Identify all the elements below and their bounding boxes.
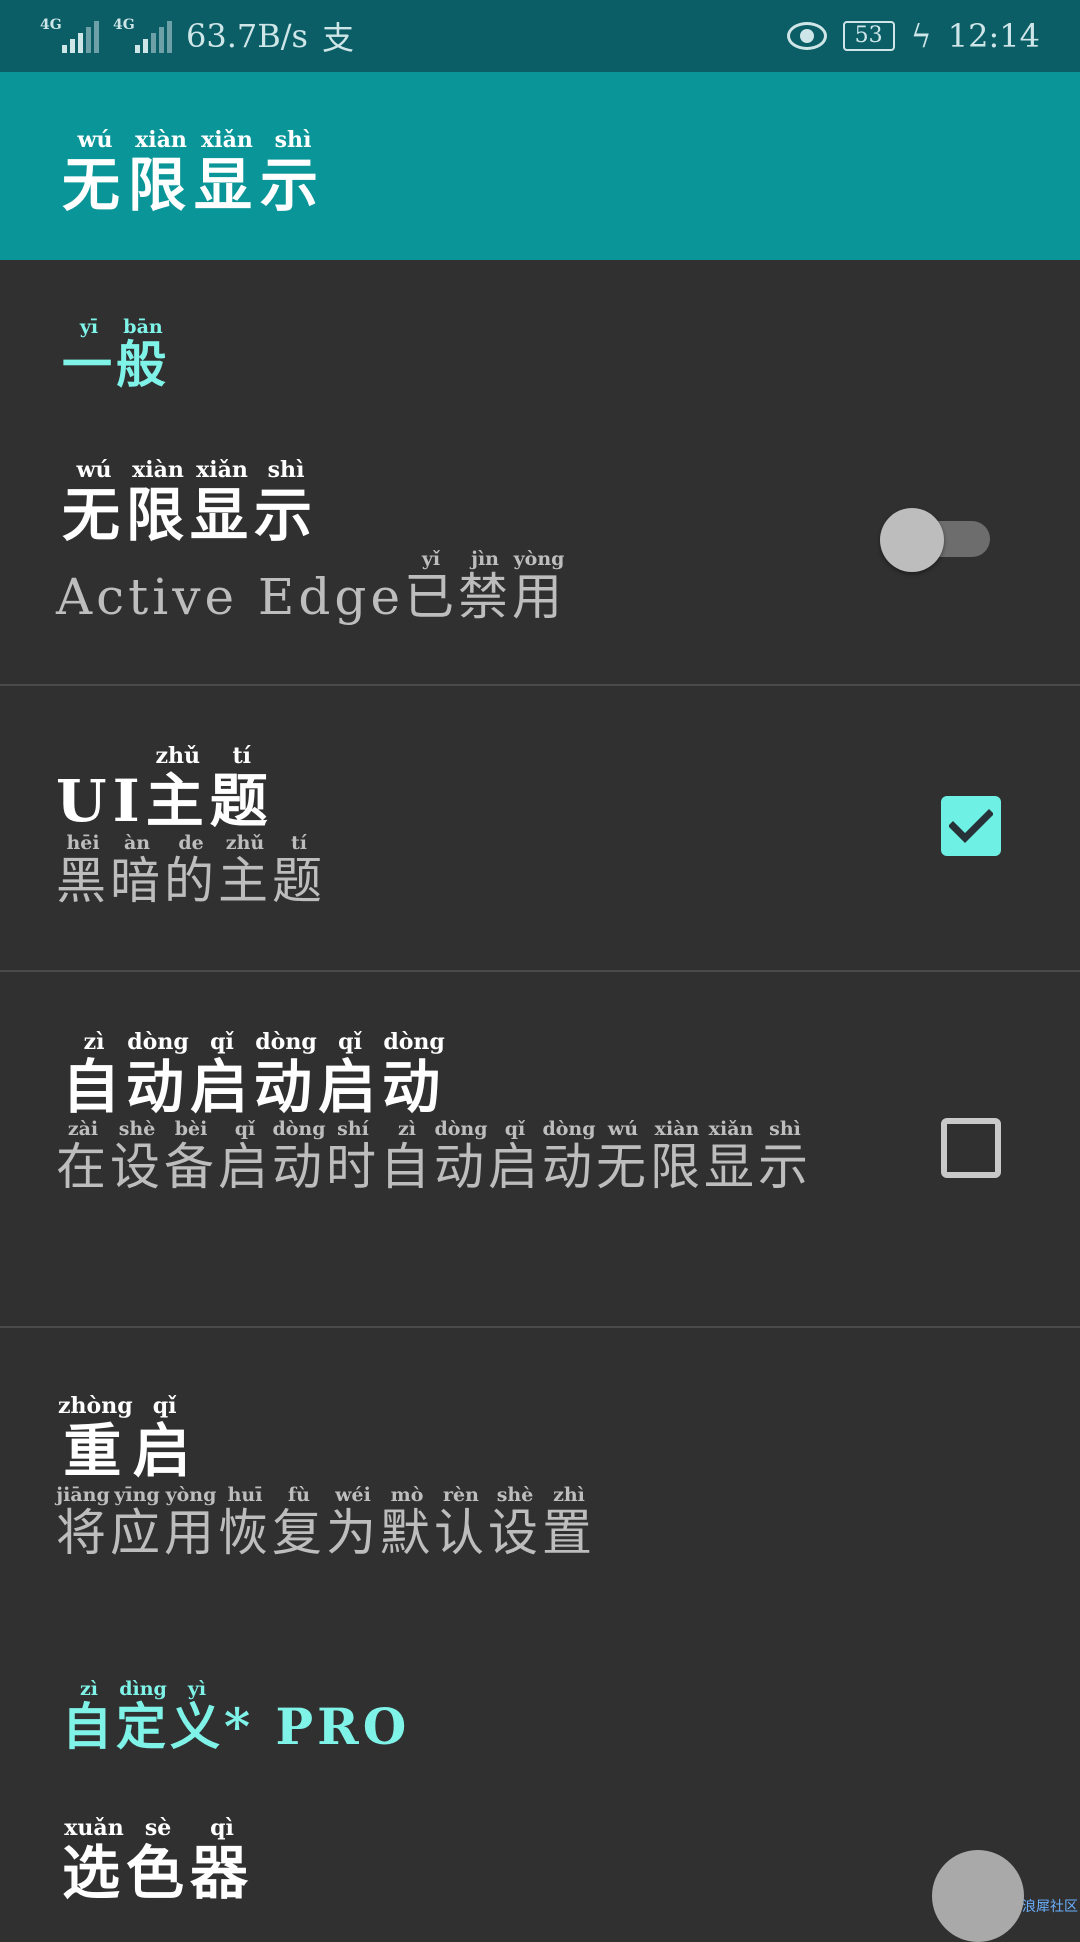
ruby-char: 启qǐ [218,1118,272,1196]
ruby-char: 在zài [56,1118,110,1196]
infinite-display-summary: Active Edge已yǐ禁jìn用yòng [56,548,856,632]
network-speed: 63.7B/s [186,17,308,55]
ruby-char: 动dòng [254,1029,319,1121]
ruby-char: 选xuǎn [62,1815,127,1907]
ruby-char: 暗àn [110,832,164,910]
setting-autostart[interactable]: 自zì动dòng启qǐ动dòng启qǐ动dòng 在zài设shè备bèi启qǐ… [0,972,1080,1326]
ruby-char: 为wéi [326,1484,380,1562]
alipay-icon: 支 [321,19,354,57]
charging-icon: ϟ [910,17,932,55]
ruby-char: 自zì [62,1678,116,1756]
restart-summary: 将jiāng应yīng用yòng恢huī复fù为wéi默mò认rèn设shè置z… [56,1484,856,1568]
ruby-char: 示shì [260,127,327,219]
ruby-char: 无wú [62,127,129,219]
plain-text: Active Edge [56,568,405,626]
ruby-char: 限xiàn [128,127,195,219]
ruby-char: 定dìng [116,1678,170,1756]
ruby-char: 恢huī [218,1484,272,1562]
ruby-char: 黑hēi [56,832,110,910]
ruby-char: 色sè [126,1815,191,1907]
ruby-char: 无wú [596,1118,650,1196]
ruby-char: 般bān [116,316,170,394]
ruby-char: 动dòng [126,1029,191,1121]
setting-color-picker[interactable]: 选xuǎn色sè器qì [0,1780,1080,1920]
ruby-char: 将jiāng [56,1484,110,1562]
ruby-char: 显xiǎn [704,1118,758,1196]
eye-comfort-icon [786,22,827,50]
ruby-char: 的de [164,832,218,910]
setting-restart[interactable]: 重zhòng启qǐ 将jiāng应yīng用yòng恢huī复fù为wéi默mò… [0,1328,1080,1578]
restart-title: 重zhòng启qǐ [58,1393,197,1488]
ruby-char: 应yīng [110,1484,164,1562]
ruby-char: 设shè [488,1484,542,1562]
ruby-char: 时shí [326,1118,380,1196]
autostart-checkbox[interactable] [941,1118,1001,1178]
infinite-display-title: 无wú限xiàn显xiǎn示shì [62,457,319,552]
ruby-char: 限xiàn [650,1118,704,1196]
ruby-char: 示shì [758,1118,812,1196]
autostart-summary: 在zài设shè备bèi启qǐ动dòng时shí自zì动dòng启qǐ动dòng… [56,1118,856,1202]
ui-theme-title: UI主zhǔ题tí [56,743,274,838]
color-picker-title: 选xuǎn色sè器qì [62,1815,255,1910]
ruby-char: 已yǐ [404,548,459,626]
ruby-char: 启qǐ [488,1118,542,1196]
ruby-char: 启qǐ [318,1029,383,1121]
color-preview-swatch[interactable] [932,1850,1024,1942]
ruby-char: 器qì [190,1815,255,1907]
ruby-char: 动dòng [542,1118,596,1196]
ruby-char: 启qǐ [132,1393,197,1485]
check-icon [949,809,993,843]
battery-icon: 53 [842,21,895,51]
watermark: 浪犀社区 [1022,1899,1078,1915]
ruby-char: 限xiàn [126,457,191,549]
section-header-custom-pro: 自zì定dìng义yì* PRO [62,1678,411,1759]
ruby-char: 置zhì [542,1484,596,1562]
ruby-char: 义yì [170,1678,224,1756]
autostart-title: 自zì动dòng启qǐ动dòng启qǐ动dòng [62,1029,447,1124]
ruby-char: 用yòng [164,1484,218,1562]
ui-theme-checkbox[interactable] [941,796,1001,856]
ruby-char: 主zhǔ [145,743,210,835]
ruby-char: 认rèn [434,1484,488,1562]
ruby-char: 示shì [254,457,319,549]
app-bar: 无wú限xiàn显xiǎn示shì [0,72,1080,260]
ruby-char: 显xiǎn [194,127,261,219]
app-title: 无wú限xiàn显xiǎn示shì [62,127,327,219]
ruby-char: 复fù [272,1484,326,1562]
ruby-char: 设shè [110,1118,164,1196]
section-header-general: 一yī般bān [62,316,170,397]
ruby-char: 启qǐ [190,1029,255,1121]
ui-theme-summary: 黑hēi暗àn的de主zhǔ题tí [56,832,856,916]
ruby-char: 默mò [380,1484,434,1562]
ruby-char: 用yòng [512,548,567,626]
signal-2-icon: 4G [113,17,172,53]
setting-ui-theme[interactable]: UI主zhǔ题tí 黑hēi暗àn的de主zhǔ题tí [0,686,1080,970]
ruby-char: 一yī [62,316,116,394]
ruby-char: 重zhòng [58,1393,133,1485]
ruby-char: 禁jìn [458,548,513,626]
ruby-char: 自zì [62,1029,127,1121]
plain-text: UI [56,767,146,835]
plain-text: * PRO [224,1697,411,1756]
toggle-thumb [880,508,944,572]
ruby-char: 题tí [272,832,326,910]
status-bar: 4G 4G 63.7B/s 支 53 ϟ 12:14 [0,0,1080,72]
ruby-char: 显xiǎn [190,457,255,549]
ruby-char: 无wú [62,457,127,549]
ruby-char: 备bèi [164,1118,218,1196]
clock: 12:14 [947,17,1040,55]
ruby-char: 动dòng [434,1118,488,1196]
ruby-char: 自zì [380,1118,434,1196]
setting-infinite-display[interactable]: 无wú限xiàn显xiǎn示shì Active Edge已yǐ禁jìn用yòn… [0,420,1080,684]
signal-1-icon: 4G [40,17,99,53]
ruby-char: 动dòng [272,1118,326,1196]
ruby-char: 主zhǔ [218,832,272,910]
network-type-1: 4G [40,17,62,33]
ruby-char: 动dòng [382,1029,447,1121]
ruby-char: 题tí [209,743,274,835]
infinite-display-toggle[interactable] [880,508,990,572]
network-type-2: 4G [113,17,135,33]
